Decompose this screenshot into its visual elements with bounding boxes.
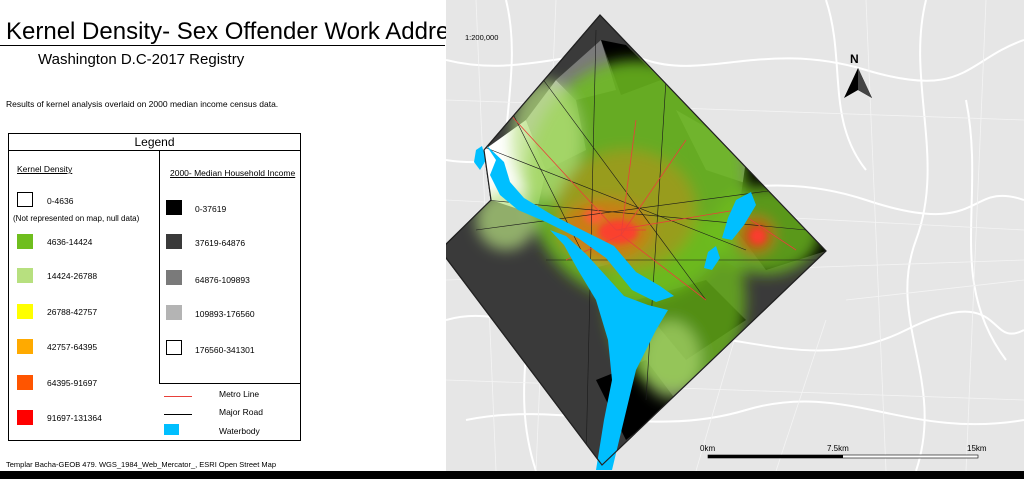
income-swatch-4 <box>166 340 182 355</box>
kd-swatch-6 <box>17 410 33 425</box>
kd-null-note: (Not represented on map, null data) <box>13 214 140 223</box>
map-layout-page: Kernel Density- Sex Offender Work Addres… <box>0 0 1024 471</box>
income-swatch-2 <box>166 270 182 285</box>
waterbody-label: Waterbody <box>219 426 260 436</box>
map-description: Results of kernel analysis overlaid on 2… <box>6 99 279 109</box>
kernel-density-heading: Kernel Density <box>17 164 73 174</box>
kd-swatch-1 <box>17 234 33 249</box>
metro-line-symbol <box>164 396 192 397</box>
north-label: N <box>850 52 859 66</box>
scalebar-label-1: 7.5km <box>827 444 849 453</box>
income-swatch-1 <box>166 234 182 249</box>
title-rule <box>0 45 445 46</box>
income-swatch-0 <box>166 200 182 215</box>
income-label-4: 176560-341301 <box>195 345 255 355</box>
major-road-symbol <box>164 414 192 415</box>
map-scale-ratio: 1:200,000 <box>465 33 499 42</box>
major-road-label: Major Road <box>219 407 263 417</box>
legend-title: Legend <box>9 134 300 151</box>
legend-divider-horizontal <box>159 383 300 384</box>
map-title: Kernel Density- Sex Offender Work Addres… <box>6 18 499 45</box>
kd-swatch-2 <box>17 268 33 283</box>
kd-label-2: 14424-26788 <box>47 271 98 281</box>
income-heading: 2000- Median Household Income <box>170 168 296 178</box>
waterbody-swatch <box>164 424 179 435</box>
kd-swatch-3 <box>17 304 33 319</box>
kd-label-3: 26788-42757 <box>47 307 98 317</box>
map-subtitle: Washington D.C-2017 Registry <box>38 51 245 68</box>
scalebar-label-0: 0km <box>700 444 716 453</box>
map-canvas <box>446 0 1024 471</box>
kd-swatch-0 <box>17 192 33 207</box>
income-swatch-3 <box>166 305 182 320</box>
kd-swatch-4 <box>17 339 33 354</box>
kd-label-4: 42757-64395 <box>47 342 98 352</box>
metro-line-label: Metro Line <box>219 389 260 399</box>
kd-label-6: 91697-131364 <box>47 413 102 423</box>
legend: Legend Kernel Density 0-4636 (Not repres… <box>8 133 301 441</box>
income-label-0: 0-37619 <box>195 204 227 214</box>
map-credit: Templar Bacha-GEOB 479. WGS_1984_Web_Mer… <box>6 460 276 469</box>
income-label-1: 37619-64876 <box>195 238 246 248</box>
map-frame[interactable]: N <box>446 0 1024 471</box>
kd-label-1: 4636-14424 <box>47 237 93 247</box>
legend-divider <box>159 151 160 383</box>
scale-bar <box>707 454 979 459</box>
scalebar-label-2: 15km <box>967 444 987 453</box>
kd-swatch-5 <box>17 375 33 390</box>
kd-label-0: 0-4636 <box>47 196 74 206</box>
kd-label-5: 64395-91697 <box>47 378 98 388</box>
income-label-2: 64876-109893 <box>195 275 250 285</box>
income-label-3: 109893-176560 <box>195 309 255 319</box>
